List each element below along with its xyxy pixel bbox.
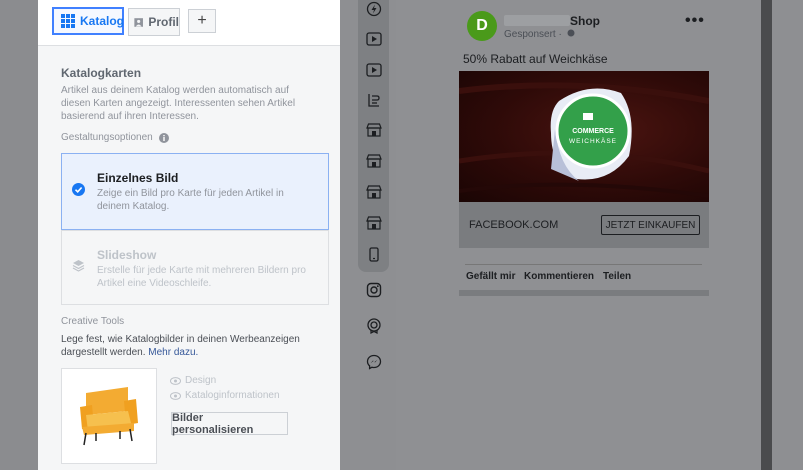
tab-katalog-label: Katalog — [80, 14, 125, 28]
shop-icon[interactable] — [365, 214, 382, 231]
add-tab-button[interactable]: + — [188, 9, 216, 33]
audience-network-icon[interactable] — [365, 317, 382, 334]
ad-settings-panel: Katalog Profil + Katalogkarten Artikel a… — [38, 0, 340, 470]
creative-tools-description: Lege fest, wie Katalogbilder in deinen W… — [61, 333, 321, 359]
option-slideshow[interactable]: Slideshow Erstelle für jede Karte mit me… — [61, 230, 329, 305]
shop-icon[interactable] — [365, 183, 382, 200]
globe-icon — [567, 29, 575, 37]
option-slideshow-title: Slideshow — [97, 248, 157, 262]
shop-icon[interactable] — [365, 121, 382, 138]
more-options-icon[interactable]: ••• — [685, 12, 705, 30]
page-name-blurred — [504, 15, 570, 26]
option-slideshow-description: Erstelle für jede Karte mit mehreren Bil… — [97, 265, 306, 289]
background-right-edge — [772, 0, 803, 470]
design-options-label: Gestaltungsoptionen — [61, 132, 153, 143]
shop-icon[interactable] — [365, 152, 382, 169]
tab-profil[interactable]: Profil — [128, 8, 180, 36]
plus-icon: + — [197, 12, 207, 29]
option-single-image-title: Einzelnes Bild — [97, 171, 179, 185]
ad-bottom-bar — [459, 290, 709, 296]
catalog-cards-heading: Katalogkarten — [61, 66, 142, 80]
option-single-image[interactable]: Einzelnes Bild Zeige ein Bild pro Karte … — [61, 153, 329, 230]
eye-icon — [170, 376, 181, 385]
profile-icon — [134, 17, 143, 27]
image-label-bottom: WEICHKÄSE — [569, 137, 617, 145]
divider — [465, 264, 702, 265]
tab-bar: Katalog Profil + — [38, 0, 340, 46]
background-left-strip — [0, 0, 38, 470]
mobile-icon[interactable] — [365, 246, 382, 263]
personalize-images-button[interactable]: Bilder personalisieren — [171, 412, 288, 436]
tab-katalog[interactable]: Katalog — [52, 7, 124, 35]
video-icon[interactable] — [365, 61, 382, 78]
grid-icon — [61, 14, 75, 28]
layers-icon — [72, 260, 85, 272]
toggle-catalog-info-label: Kataloginformationen — [185, 390, 280, 401]
toggle-catalog-info[interactable]: Kataloginformationen — [170, 390, 280, 401]
catalog-cards-description: Artikel aus deinem Katalog werden automa… — [61, 85, 296, 122]
instagram-icon[interactable] — [365, 281, 382, 298]
checkmark-icon — [72, 183, 85, 196]
page-avatar: D — [467, 11, 497, 41]
cheese-label-illustration: COMMERCE WEICHKÄSE — [459, 82, 709, 198]
ad-primary-text: 50% Rabatt auf Weichkäse — [463, 52, 608, 66]
ad-link-footer[interactable]: FACEBOOK.COM JETZT EINKAUFEN — [459, 202, 709, 248]
armchair-icon — [80, 387, 138, 446]
learn-more-link[interactable]: Mehr dazu. — [148, 347, 198, 358]
catalog-image-preview — [61, 368, 157, 464]
image-label-top: COMMERCE — [572, 128, 614, 135]
toggle-design[interactable]: Design — [170, 375, 216, 386]
instant-article-icon[interactable] — [365, 91, 382, 108]
creative-tools-heading: Creative Tools — [61, 316, 125, 327]
info-icon[interactable] — [158, 132, 169, 143]
tab-profil-label: Profil — [148, 15, 179, 29]
page-name: Shop — [570, 14, 600, 28]
sponsored-label: Gesponsert · — [504, 29, 575, 40]
share-action[interactable]: Teilen — [603, 271, 631, 282]
placement-icon-column — [358, 0, 389, 272]
eye-icon — [170, 391, 181, 400]
scroll-divider — [761, 0, 772, 470]
ad-product-image: COMMERCE WEICHKÄSE — [459, 71, 709, 202]
toggle-design-label: Design — [185, 375, 217, 386]
sponsored-text: Gesponsert · — [504, 29, 562, 40]
option-single-image-description: Zeige ein Bild pro Karte für jeden Artik… — [97, 188, 284, 212]
cta-button[interactable]: JETZT EINKAUFEN — [601, 215, 700, 235]
ad-preview: D Shop Gesponsert · ••• 50% Rabatt auf W… — [459, 0, 709, 296]
background-middle-gap — [340, 0, 358, 470]
design-options-heading: Gestaltungsoptionen — [61, 131, 169, 144]
ad-domain: FACEBOOK.COM — [469, 219, 559, 231]
comment-action[interactable]: Kommentieren — [524, 271, 594, 282]
messenger-stories-icon[interactable] — [365, 0, 382, 17]
messenger-icon[interactable] — [365, 353, 382, 370]
video-icon[interactable] — [365, 30, 382, 47]
like-action[interactable]: Gefällt mir — [466, 271, 515, 282]
